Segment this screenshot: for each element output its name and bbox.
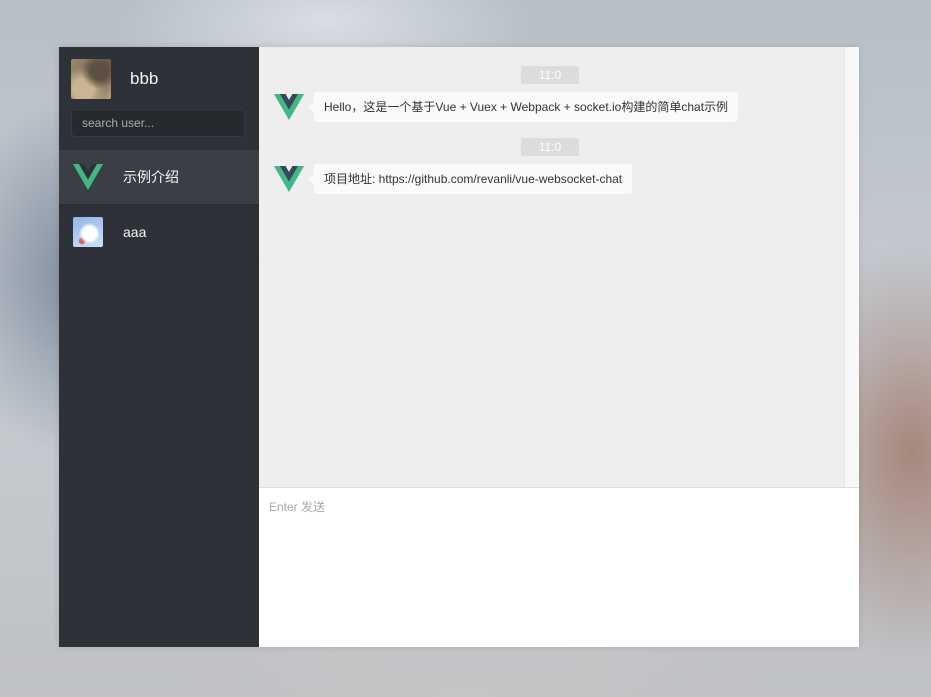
vue-logo-icon: [274, 92, 304, 122]
message-row: Hello，这是一个基于Vue + Vuex + Webpack + socke…: [259, 92, 839, 122]
user-avatar[interactable]: [71, 59, 111, 99]
message-composer: [259, 487, 859, 647]
time-row: 11:0: [259, 138, 841, 156]
message-list[interactable]: 11:0 Hello，这是一个基于Vue + Vuex + Webpack + …: [259, 47, 859, 487]
time-row: 11:0: [259, 66, 841, 84]
message-bubble: 项目地址: https://github.com/revanli/vue-web…: [307, 164, 633, 194]
scrollbar[interactable]: [844, 47, 859, 487]
session-name: aaa: [123, 224, 147, 240]
user-name: bbb: [130, 69, 159, 88]
vue-logo-icon: [274, 164, 304, 194]
profile-header: bbb: [71, 59, 247, 99]
message-item: 11:0 项目地址: https://github.com/revanli/vu…: [259, 138, 839, 194]
message-time: 11:0: [520, 66, 580, 84]
message-time: 11:0: [520, 138, 580, 156]
session-item-aaa[interactable]: aaa: [59, 205, 259, 260]
sidebar: bbb 示例介绍 aaa: [59, 47, 259, 647]
message-row: 项目地址: https://github.com/revanli/vue-web…: [259, 164, 839, 194]
session-list: 示例介绍 aaa: [59, 150, 259, 260]
search-input[interactable]: [71, 109, 245, 137]
message-item: 11:0 Hello，这是一个基于Vue + Vuex + Webpack + …: [259, 66, 839, 122]
chat-panel: 11:0 Hello，这是一个基于Vue + Vuex + Webpack + …: [259, 47, 859, 647]
message-input[interactable]: [259, 488, 859, 647]
user-profile: bbb: [59, 47, 259, 149]
message-bubble: Hello，这是一个基于Vue + Vuex + Webpack + socke…: [307, 92, 739, 122]
anime-avatar: [73, 217, 103, 247]
session-name: 示例介绍: [123, 169, 179, 185]
session-item-intro[interactable]: 示例介绍: [59, 150, 259, 205]
chat-window: bbb 示例介绍 aaa: [59, 47, 859, 647]
vue-logo-icon: [73, 162, 103, 192]
